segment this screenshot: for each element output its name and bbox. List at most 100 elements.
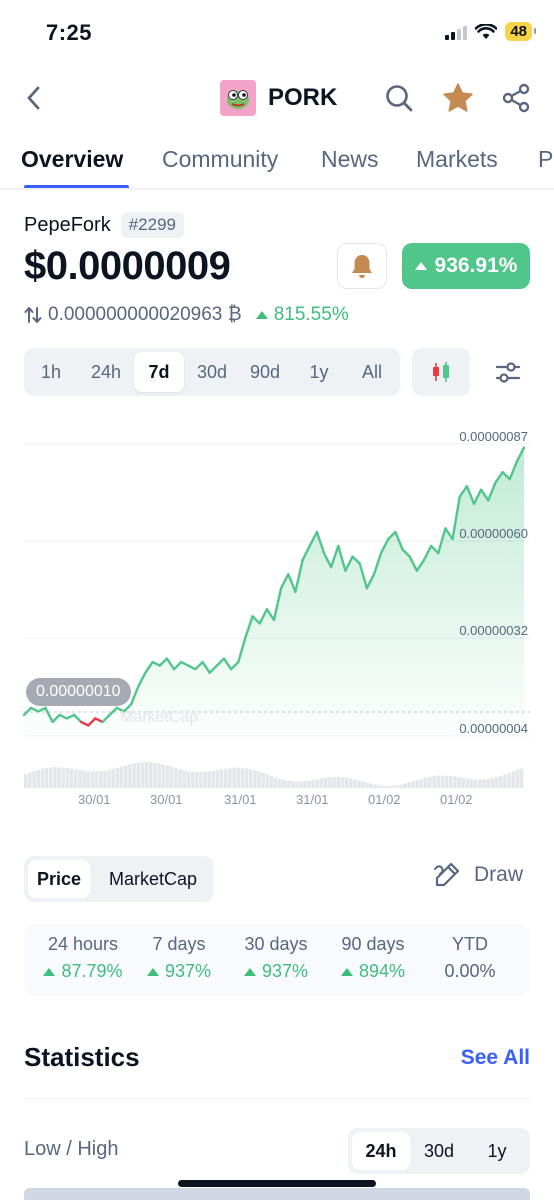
- coin-name-row: PepeFork #2299: [24, 212, 184, 238]
- volume-bar: [219, 769, 224, 788]
- price-chart[interactable]: MarketCap 0.00000087 0.00000060 0.000000…: [0, 420, 554, 820]
- volume-bar: [44, 767, 49, 788]
- volume-bar: [290, 781, 295, 788]
- perf-value-text: 894%: [358, 961, 406, 981]
- x-tick-label: 31/01: [296, 792, 329, 807]
- range-90d[interactable]: 90d: [240, 352, 290, 392]
- candlestick-icon: [433, 362, 449, 382]
- volume-bar: [136, 762, 141, 788]
- wifi-icon: [475, 23, 498, 39]
- volume-bar: [119, 766, 124, 788]
- volume-bar: [386, 785, 391, 788]
- back-button[interactable]: [18, 82, 50, 114]
- volume-bar: [328, 777, 332, 788]
- volume-bar: [249, 769, 253, 788]
- top-nav: PORK: [0, 72, 554, 124]
- range-all[interactable]: All: [347, 352, 397, 392]
- lh-range-30d[interactable]: 30d: [410, 1132, 468, 1170]
- volume-bar: [332, 776, 336, 788]
- volume-bar: [240, 768, 245, 788]
- section-tabs: Overview Community News Markets P: [0, 140, 554, 190]
- toggle-price[interactable]: Price: [28, 860, 90, 898]
- perf-value-text: 87.79%: [61, 961, 123, 981]
- range-30d[interactable]: 30d: [187, 352, 237, 392]
- watchlist-star-button[interactable]: [440, 80, 476, 116]
- status-time: 7:25: [46, 20, 93, 45]
- range-1h[interactable]: 1h: [26, 352, 76, 392]
- volume-bar: [299, 781, 303, 788]
- lh-range-24h[interactable]: 24h: [352, 1132, 410, 1170]
- x-tick-label: 30/01: [150, 792, 183, 807]
- volume-bar: [382, 785, 386, 788]
- volume-bar: [482, 779, 486, 788]
- volume-bar: [390, 785, 395, 788]
- perf-value: 87.79%: [38, 961, 128, 982]
- volume-bar: [32, 771, 36, 788]
- draw-button[interactable]: Draw: [432, 860, 523, 890]
- chart-watermark: MarketCap: [120, 709, 198, 726]
- x-tick-label: 31/01: [224, 792, 257, 807]
- volume-bar: [203, 771, 207, 788]
- volume-bar: [511, 771, 516, 788]
- arrow-up-icon: [414, 262, 427, 270]
- tab-news[interactable]: News: [321, 146, 379, 173]
- tab-overview[interactable]: Overview: [21, 146, 123, 173]
- volume-bar: [107, 769, 111, 788]
- status-indicators: 48: [445, 22, 536, 41]
- y-tick-label: 0.00000032: [459, 623, 528, 638]
- volume-bar: [103, 770, 107, 788]
- sliders-icon: [495, 362, 521, 383]
- volume-bar: [65, 768, 70, 788]
- range-1y[interactable]: 1y: [294, 352, 344, 392]
- chart-settings-button[interactable]: [488, 350, 528, 394]
- volume-bar: [261, 773, 266, 788]
- volume-bar: [457, 777, 461, 788]
- volume-bar: [178, 769, 182, 788]
- volume-bar: [228, 768, 232, 788]
- volume-bar: [69, 768, 74, 788]
- volume-bar: [515, 770, 520, 788]
- volume-bar: [519, 768, 524, 788]
- share-button[interactable]: [498, 80, 534, 116]
- rank-badge: #2299: [120, 212, 184, 238]
- volume-bar: [265, 774, 270, 788]
- volume-bar: [186, 771, 191, 788]
- chart-type-toggle: Price MarketCap: [24, 856, 214, 902]
- volume-bar: [24, 774, 28, 788]
- volume-bar: [407, 782, 411, 788]
- volume-bar: [53, 767, 57, 788]
- volume-bar: [307, 780, 311, 788]
- volume-bar: [165, 765, 170, 788]
- volume-bar: [215, 770, 220, 788]
- price-alert-button[interactable]: [337, 243, 387, 289]
- volume-bar: [207, 771, 211, 788]
- volume-bar: [378, 785, 382, 788]
- volume-bar: [357, 780, 361, 788]
- volume-bar: [486, 778, 491, 788]
- volume-bar: [361, 781, 366, 788]
- low-high-label: Low / High: [24, 1138, 119, 1160]
- volume-bar: [211, 770, 216, 788]
- tab-more[interactable]: P: [538, 146, 553, 173]
- range-24h[interactable]: 24h: [81, 352, 131, 392]
- volume-bar: [257, 771, 261, 788]
- perf-value: 894%: [328, 961, 418, 982]
- toggle-marketcap[interactable]: MarketCap: [96, 860, 210, 898]
- tab-markets[interactable]: Markets: [416, 146, 498, 173]
- price-change-badge: 936.91%: [402, 243, 530, 289]
- volume-bar: [494, 777, 499, 788]
- candlestick-toggle-button[interactable]: [412, 348, 470, 396]
- search-button[interactable]: [381, 80, 417, 116]
- see-all-link[interactable]: See All: [461, 1046, 530, 1070]
- volume-bar: [507, 773, 511, 788]
- coin-price: $0.0000009: [24, 244, 231, 288]
- performance-summary: 24 hours 87.79% 7 days 937% 30 days 937%…: [24, 924, 530, 996]
- volume-bar: [286, 780, 291, 788]
- lh-range-1y[interactable]: 1y: [468, 1132, 526, 1170]
- volume-bar: [419, 778, 424, 788]
- perf-value-text: 937%: [164, 961, 212, 981]
- tab-community[interactable]: Community: [162, 146, 278, 173]
- range-7d[interactable]: 7d: [134, 352, 184, 392]
- perf-label: YTD: [452, 934, 488, 954]
- volume-bar: [474, 779, 478, 788]
